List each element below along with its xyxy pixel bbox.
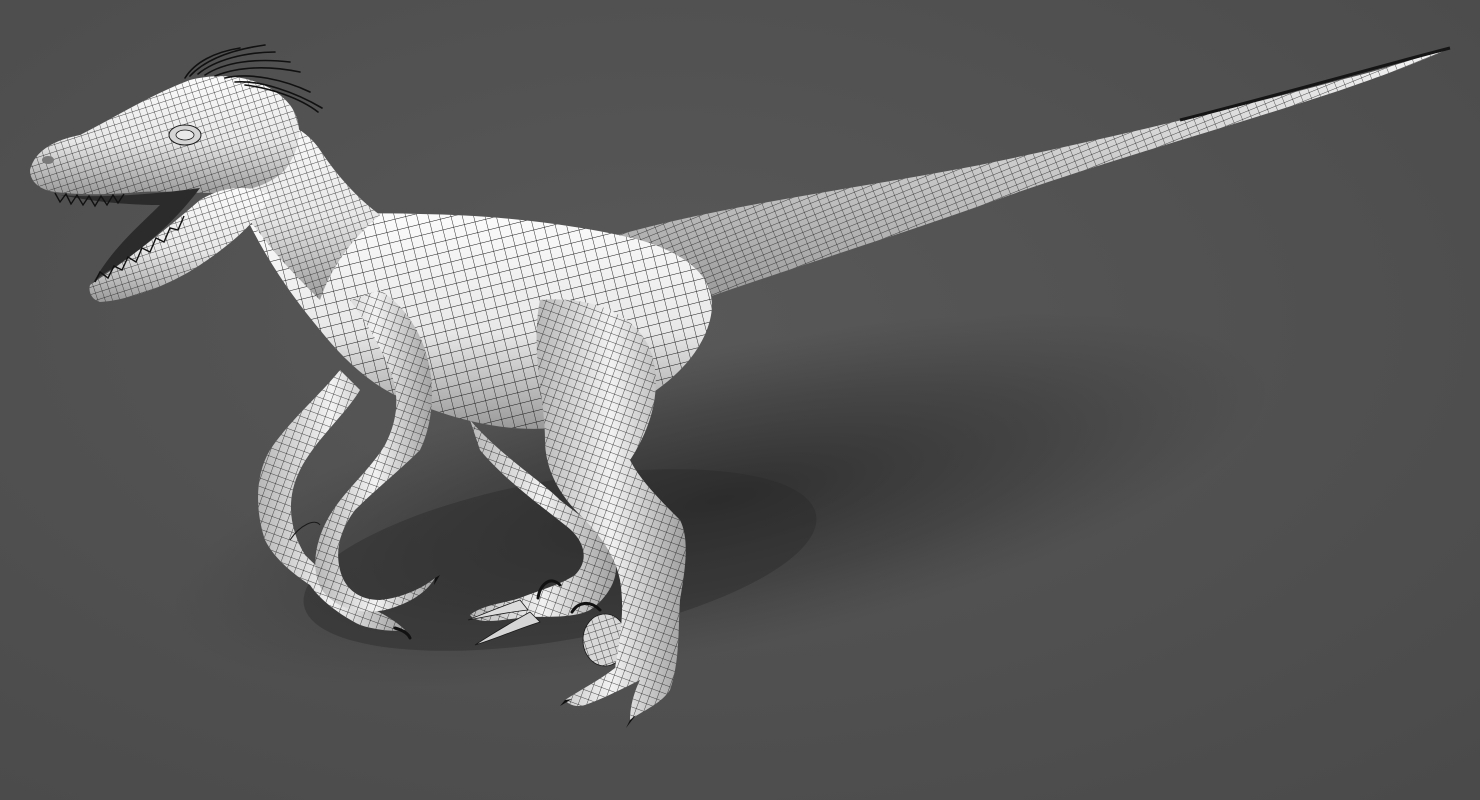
nostril [42,156,54,164]
viewport-render [0,0,1480,800]
